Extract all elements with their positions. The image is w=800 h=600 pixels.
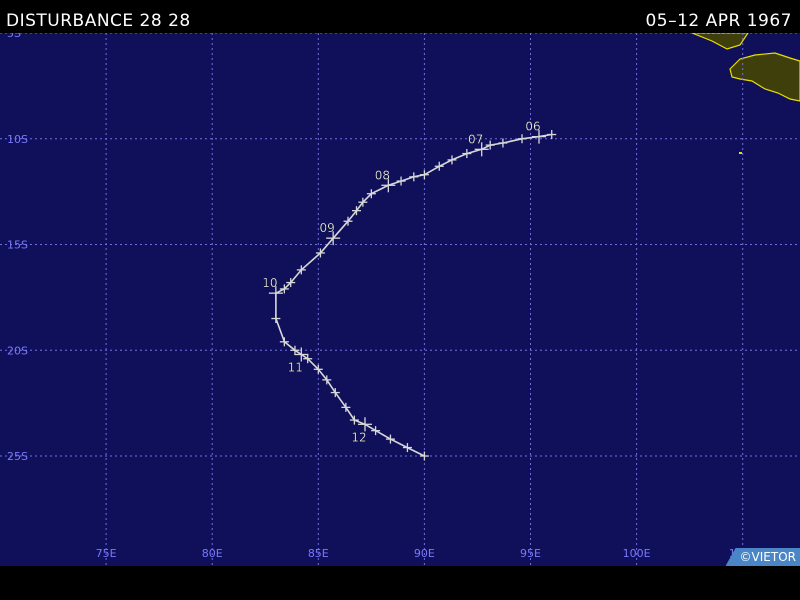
lat-label: 15S	[7, 239, 28, 252]
lat-label: 10S	[7, 133, 28, 146]
credit-badge: ©VIETOR	[725, 548, 800, 566]
lat-label: 25S	[7, 450, 28, 463]
lon-label: 85E	[308, 547, 329, 560]
lat-label: 20S	[7, 344, 28, 357]
storm-title: DISTURBANCE 28 28	[6, 11, 191, 31]
ocean	[0, 33, 800, 566]
day-label: 07	[468, 132, 483, 146]
lon-label: 80E	[202, 547, 223, 560]
lon-label: 75E	[96, 547, 117, 560]
lat-label: 5S	[7, 33, 21, 40]
day-label: 11	[288, 360, 303, 374]
day-label: 12	[351, 430, 366, 444]
lon-label: 100E	[623, 547, 651, 560]
day-label: 09	[320, 221, 335, 235]
date-range: 05–12 APR 1967	[645, 11, 792, 31]
storm-track-map[interactable]: 75E80E85E90E95E100E105E5S10S15S20S25S 06…	[0, 27, 800, 566]
day-label: 08	[375, 168, 390, 182]
map-canvas: 75E80E85E90E95E100E105E5S10S15S20S25S 06…	[0, 27, 800, 566]
lon-label: 95E	[520, 547, 541, 560]
day-label: 10	[262, 276, 277, 290]
day-label: 06	[525, 120, 540, 134]
lon-label: 90E	[414, 547, 435, 560]
